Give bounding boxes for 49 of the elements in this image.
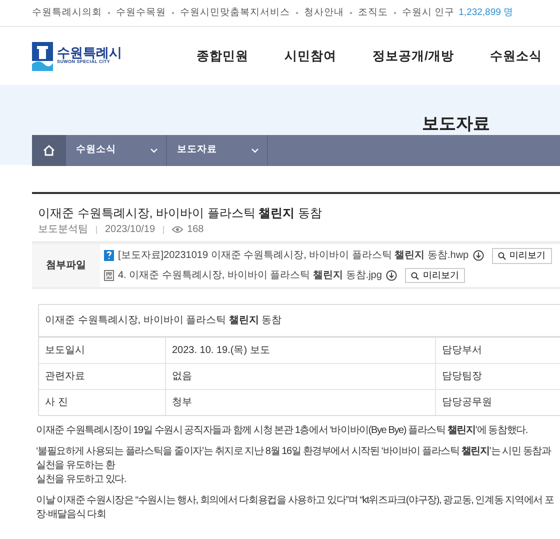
article-author: 보도분석팀 (38, 223, 88, 237)
top-link[interactable]: 수원수목원 (116, 6, 166, 20)
table-cell: 사 진 (39, 390, 166, 416)
top-link[interactable]: 수원특례시의회 (32, 6, 102, 20)
search-icon (498, 252, 506, 260)
table-cell-text: 담당공무원 (441, 396, 493, 410)
attachment-file-link[interactable]: [보도자료]20231019 이재준 수원특례시장, 바이바이 플라스틱 챌린지 동참.hwp (118, 248, 469, 264)
table-cell-text: 담당팀장 (441, 370, 483, 384)
chevron-down-icon (251, 148, 259, 153)
page-title: 보도자료 (421, 113, 491, 134)
chevron-down-icon (150, 148, 158, 153)
download-icon[interactable] (386, 270, 397, 282)
attachment-label: 첨부파일 (32, 244, 100, 288)
top-link[interactable]: 수원시민맞춤복지서비스 (180, 6, 290, 20)
population-count: 1,232,899 명 (458, 6, 514, 20)
search-icon (410, 272, 419, 280)
eye-icon (172, 226, 184, 233)
logo-text: 수원특례시 (57, 46, 122, 60)
view-count: 168 (187, 223, 204, 237)
download-icon[interactable] (472, 250, 484, 262)
table-cell-text: 담당부서 (441, 344, 483, 358)
main-menu-item[interactable]: 수원소식 (490, 46, 542, 66)
home-icon[interactable] (43, 145, 55, 156)
breadcrumb-dropdown[interactable]: 수원소식 (66, 135, 167, 166)
body-text: 이날 이재준 수원시장은 “수원시는 행사, 회의에서 다회용컵을 사용하고 있다”며 “kt위즈파크(야구장), 광교동, 인계동 지역에서 포장·배달음식 다회 (36, 494, 554, 522)
document-file-icon (104, 250, 114, 262)
table-cell: 없음 (166, 364, 436, 390)
body-text: 이재준 수원특례시장이 19일 수원시 공직자들과 함께 시청 본관 1층에서 ‘바이바이(Bye Bye) 플라스틱 챌린지’에 동참했다. (36, 424, 528, 438)
table-cell: 청부 (166, 390, 436, 416)
preview-button[interactable]: 미리보기 (404, 268, 465, 284)
body-text: ‘불필요하게 사용되는 플라스틱을 줄이자’는 취지로 지난 8월 16일 환경부에서 시작된 ‘바이바이 플라스틱 챌린지’는 시민 동참과 실천을 유도하는 환 (36, 445, 552, 474)
main-menu-item[interactable]: 정보공개/개방 (372, 46, 454, 66)
main-menu-item[interactable]: 종합민원 (196, 46, 249, 66)
top-link[interactable]: 조직도 (358, 6, 388, 20)
table-cell: 관련자료 (39, 364, 166, 390)
table-cell: 보도일시 (39, 338, 166, 364)
attachment-file-link[interactable]: 4. 이재준 수원특례시장, 바이바이 플라스틱 챌린지 동참.jpg (118, 268, 382, 284)
table-cell: 2023. 10. 19.(목) 보도 (166, 338, 436, 364)
body-text: 실천을 유도하고 있다. (36, 473, 127, 488)
city-emblem-icon (32, 42, 53, 70)
population-label: 수원시 인구 (402, 6, 455, 20)
preview-button[interactable]: 미리보기 (492, 248, 552, 264)
top-link[interactable]: 청사안내 (304, 6, 344, 20)
table-caption: 이재준 수원특례시장, 바이바이 플라스틱 챌린지 동참 (39, 305, 560, 338)
article-date: 2023/10/19 (105, 223, 156, 237)
breadcrumb-dropdown[interactable]: 보도자료 (167, 135, 268, 166)
image-file-icon (104, 270, 114, 282)
main-menu-item[interactable]: 시민참여 (284, 46, 337, 66)
article-title: 이재준 수원특례시장, 바이바이 플라스틱 챌린지 동참 (37, 205, 324, 222)
